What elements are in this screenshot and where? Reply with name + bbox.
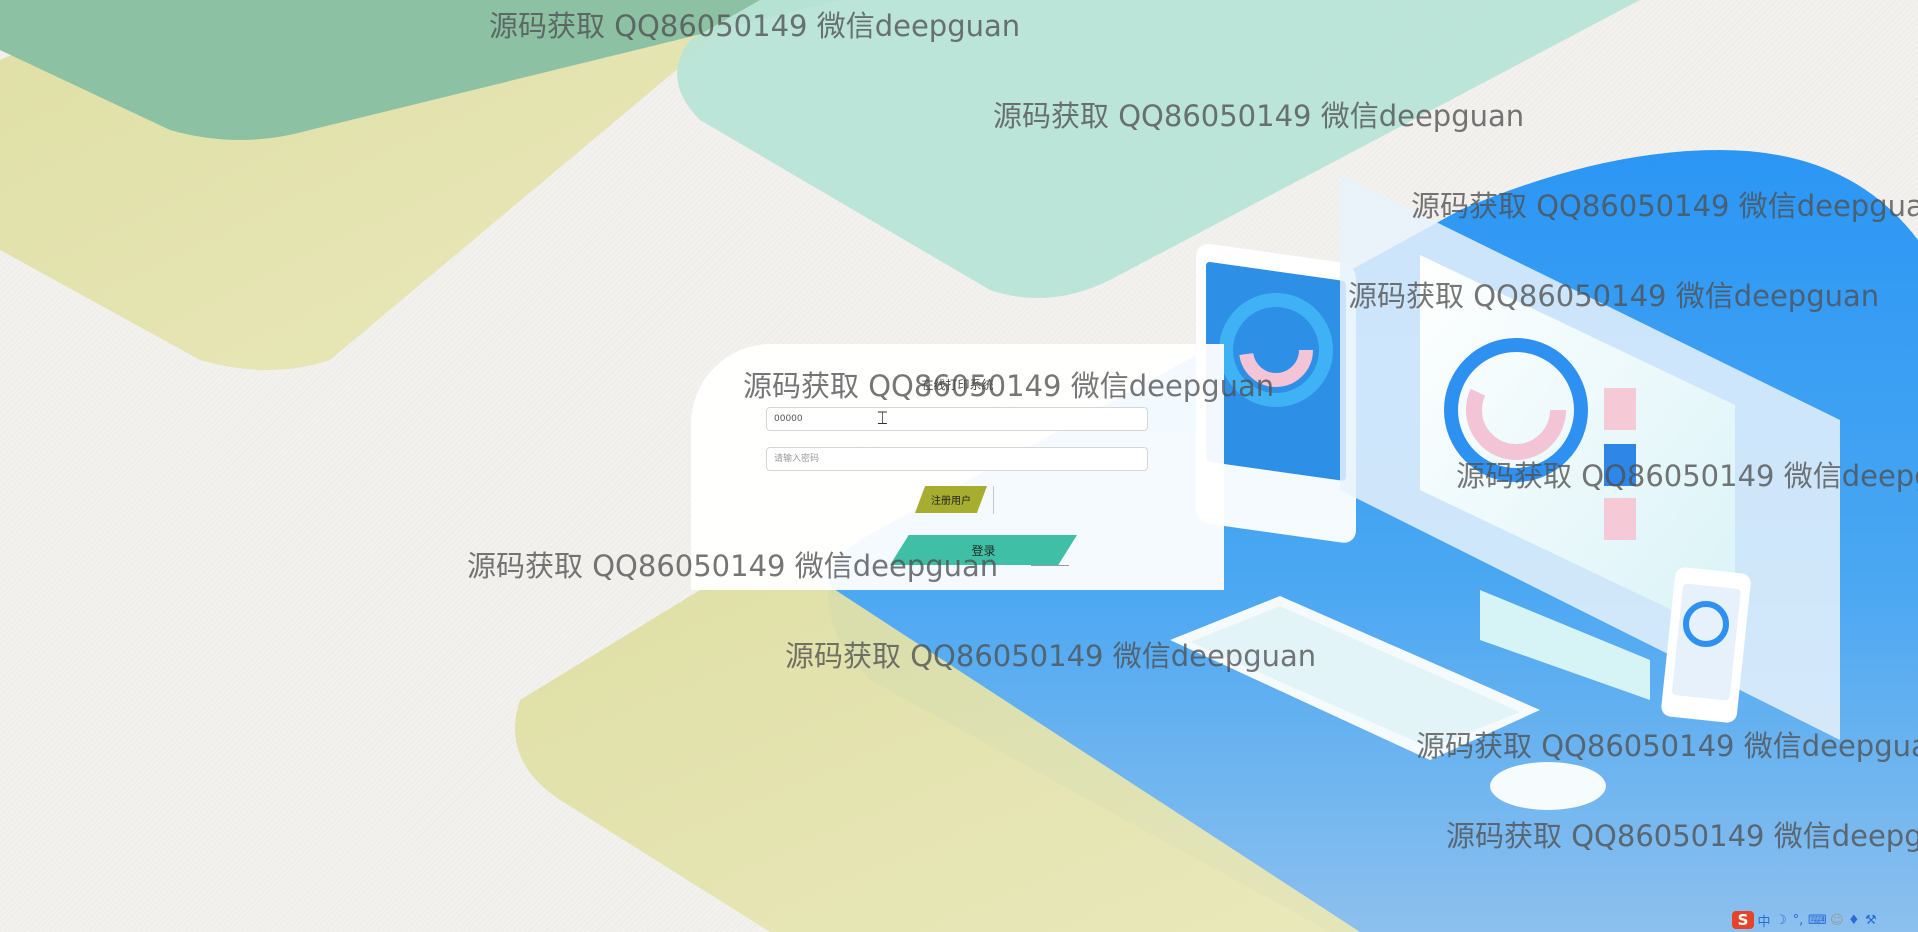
register-button[interactable]: 注册用户 <box>915 486 987 513</box>
wrench-icon[interactable]: ⚒ <box>1864 911 1878 929</box>
punctuation-icon[interactable]: °, <box>1791 911 1805 929</box>
ime-language-toggle[interactable]: 中 <box>1757 911 1771 930</box>
login-panel: 在线打印系统 ⌶ 注册用户 登录 <box>691 344 1224 590</box>
mouse-illustration <box>1490 762 1606 810</box>
keyboard-icon[interactable]: ⌨ <box>1808 911 1827 929</box>
login-title: 在线打印系统 <box>921 378 994 392</box>
shirt-icon[interactable]: ♦ <box>1847 911 1861 929</box>
divider <box>993 486 994 514</box>
phone-illustration <box>1661 567 1751 723</box>
sogou-ime-icon[interactable]: S <box>1732 911 1754 929</box>
username-input[interactable] <box>766 407 1148 431</box>
password-input[interactable] <box>766 447 1148 471</box>
login-button[interactable]: 登录 <box>890 535 1077 565</box>
ime-toolbar: S 中 ☽ °, ⌨ ☺ ♦ ⚒ <box>1732 908 1878 932</box>
moon-icon[interactable]: ☽ <box>1774 911 1788 929</box>
text-cursor-icon: ⌶ <box>877 408 888 429</box>
person-icon[interactable]: ☺ <box>1830 911 1844 929</box>
divider <box>1031 565 1069 566</box>
